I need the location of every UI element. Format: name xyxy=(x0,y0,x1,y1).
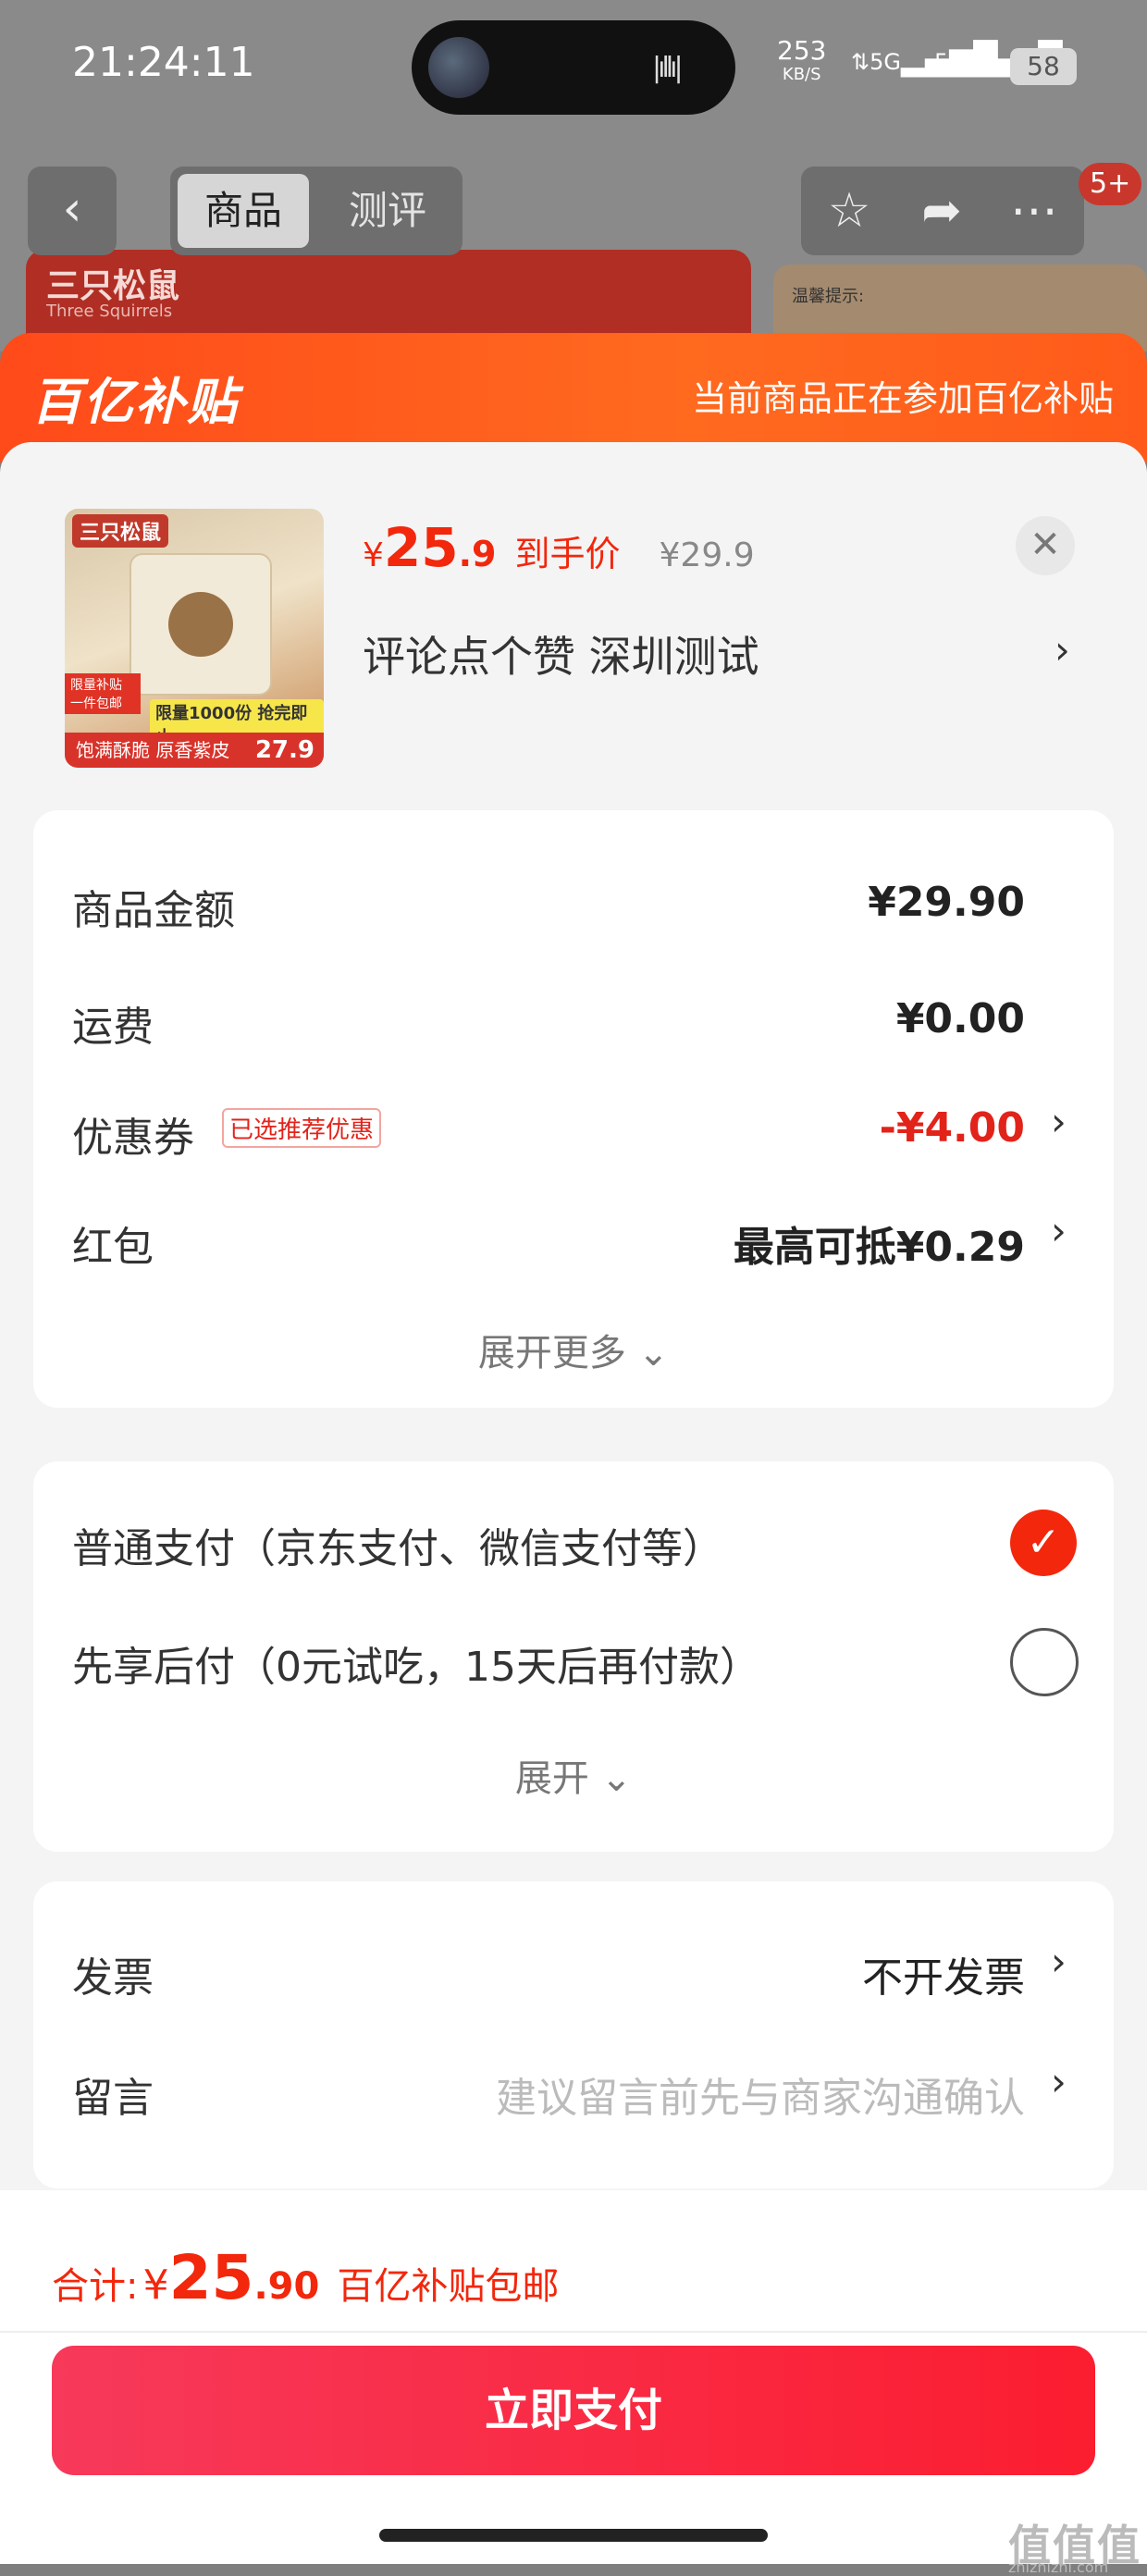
expand-more-button[interactable]: 展开更多 ⌄ xyxy=(33,1323,1114,1376)
share-icon[interactable]: ➦ xyxy=(905,178,979,244)
price-decimal: .9 xyxy=(458,534,497,574)
payment-normal-radio-checked-icon[interactable]: ✓ xyxy=(1010,1510,1077,1576)
message-label[interactable]: 留言 xyxy=(72,2064,154,2124)
product-image-tagline: 饱满酥脆 原香紫皮 xyxy=(76,739,230,761)
total-label: 合计: xyxy=(52,2265,139,2308)
home-indicator[interactable] xyxy=(379,2529,768,2542)
back-button[interactable]: ‹ xyxy=(28,166,117,255)
action-group: ☆ ➦ ⋯ xyxy=(801,166,1084,255)
music-cover-icon xyxy=(428,37,489,98)
expand-more-label: 展开更多 xyxy=(477,1332,626,1374)
payment-expand-button[interactable]: 展开 ⌄ xyxy=(33,1748,1114,1802)
message-input[interactable]: 建议留言前先与商家沟通确认 xyxy=(496,2064,1025,2124)
background-tip-title: 温馨提示: xyxy=(792,287,865,306)
battery-icon: 58 xyxy=(1010,48,1077,85)
dynamic-island: |ıllı| xyxy=(412,20,735,115)
goods-amount-value: ¥29.90 xyxy=(868,879,1025,926)
checkout-sheet: 三只松鼠 限量补贴 一件包邮 限量1000份 抢完即止 饱满酥脆 原香紫皮 27… xyxy=(0,442,1147,2190)
message-chevron-right-icon[interactable]: › xyxy=(1051,2059,1067,2104)
status-time: 21:24:11 xyxy=(72,39,255,86)
shipping-label: 运费 xyxy=(72,1004,154,1051)
squirrel-mascot-icon xyxy=(168,592,233,657)
chevron-down-icon: ⌄ xyxy=(600,1757,633,1800)
price-integer: 25 xyxy=(383,516,459,579)
goods-amount-label: 商品金额 xyxy=(72,887,235,934)
tab-group: 商品 测评 xyxy=(170,166,462,255)
pay-now-button[interactable]: 立即支付 xyxy=(52,2346,1095,2475)
invoice-value[interactable]: 不开发票 xyxy=(862,1944,1025,2003)
payment-option-normal[interactable]: 普通支付（京东支付、微信支付等） xyxy=(72,1515,723,1574)
network-speed: 253 KB/S xyxy=(777,38,826,87)
price-symbol: ¥ xyxy=(363,536,384,574)
product-price-line: ¥25.9 到手价 ¥29.9 xyxy=(363,516,755,579)
status-bar: 21:24:11 |ıllı| 253 KB/S ⇅5G▂▄▆█ 5G▂▄▆█ … xyxy=(0,0,1147,139)
total-decimal: .90 xyxy=(253,2265,320,2308)
total-integer: 25 xyxy=(168,2242,254,2313)
shipping-value: ¥0.00 xyxy=(895,995,1025,1042)
total-note: 百亿补贴包邮 xyxy=(337,2265,560,2308)
amounts-card: 商品金额 ¥29.90 运费 ¥0.00 优惠券 已选推荐优惠 -¥4.00 ›… xyxy=(33,810,1114,1408)
chevron-right-icon[interactable]: › xyxy=(1054,627,1070,672)
extras-card: 发票 不开发票 › 留言 建议留言前先与商家沟通确认 › xyxy=(33,1881,1114,2188)
tab-review[interactable]: 测评 xyxy=(327,174,448,248)
product-bag-image xyxy=(130,553,272,696)
divider xyxy=(0,2331,1147,2333)
red-packet-value[interactable]: 最高可抵¥0.29 xyxy=(734,1214,1025,1273)
product-image-tagline-bar: 饱满酥脆 原香紫皮 27.9 xyxy=(65,733,324,768)
price-tag: 到手价 xyxy=(514,534,621,574)
payment-expand-label: 展开 xyxy=(514,1757,589,1800)
payment-pay-later-radio-icon[interactable] xyxy=(1010,1628,1079,1696)
product-image-price: 27.9 xyxy=(254,736,314,764)
product-image: 三只松鼠 限量补贴 一件包邮 限量1000份 抢完即止 饱满酥脆 原香紫皮 27… xyxy=(65,509,324,768)
coupon-chevron-right-icon[interactable]: › xyxy=(1051,1099,1067,1144)
close-button[interactable]: ✕ xyxy=(1016,516,1075,575)
close-icon: ✕ xyxy=(1030,524,1061,566)
red-packet-label[interactable]: 红包 xyxy=(72,1214,154,1273)
total-symbol: ¥ xyxy=(142,2262,169,2309)
background-brand-en: Three Squirrels xyxy=(46,302,173,321)
subsidy-logo: 百亿补贴 xyxy=(31,373,239,431)
invoice-label[interactable]: 发票 xyxy=(72,1944,154,2003)
red-packet-chevron-right-icon[interactable]: › xyxy=(1051,1208,1067,1253)
coupon-selected-tag: 已选推荐优惠 xyxy=(222,1108,382,1148)
payment-method-card: 普通支付（京东支付、微信支付等） ✓ 先享后付（0元试吃，15天后再付款） 展开… xyxy=(33,1461,1114,1852)
total-amount: 合计: ¥25.90 百亿补贴包邮 xyxy=(52,2242,559,2313)
original-price: ¥29.9 xyxy=(659,536,755,574)
network-speed-unit: KB/S xyxy=(782,65,821,84)
product-image-brand: 三只松鼠 xyxy=(72,514,169,548)
notification-badge: 5+ xyxy=(1079,163,1142,205)
chevron-left-icon: ‹ xyxy=(62,181,82,237)
checkout-bottom-bar: 合计: ¥25.90 百亿补贴包邮 立即支付 值值值 zhizhizhi.com xyxy=(0,2190,1147,2576)
chevron-down-icon: ⌄ xyxy=(637,1332,670,1374)
coupon-label[interactable]: 优惠券 xyxy=(72,1104,194,1164)
coupon-value[interactable]: -¥4.00 xyxy=(880,1104,1025,1152)
tab-product[interactable]: 商品 xyxy=(178,174,309,248)
audio-wave-icon: |ıllı| xyxy=(652,52,684,84)
top-nav-bar: ‹ 商品 测评 ☆ ➦ ⋯ 5+ xyxy=(0,157,1147,268)
subsidy-note: 当前商品正在参加百亿补贴 xyxy=(691,378,1114,419)
network-speed-value: 253 xyxy=(777,35,827,66)
product-spec[interactable]: 评论点个赞 深圳测试 xyxy=(363,623,759,684)
more-icon[interactable]: ⋯ xyxy=(997,178,1071,244)
watermark-url: zhizhizhi.com xyxy=(1008,2558,1109,2576)
favorite-star-icon[interactable]: ☆ xyxy=(812,178,886,244)
invoice-chevron-right-icon[interactable]: › xyxy=(1051,1939,1067,1984)
payment-option-pay-later[interactable]: 先享后付（0元试吃，15天后再付款） xyxy=(72,1633,760,1693)
product-image-subsidy: 限量补贴 一件包邮 xyxy=(65,673,141,714)
